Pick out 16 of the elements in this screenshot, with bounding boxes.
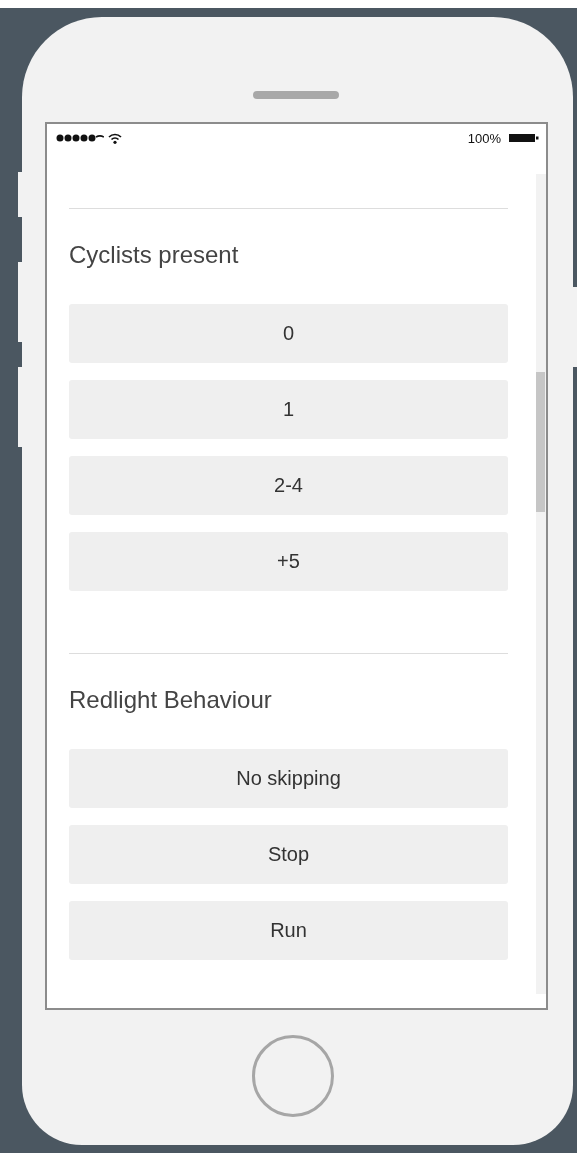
option-button[interactable]: +5 bbox=[69, 532, 508, 591]
option-button[interactable]: Run bbox=[69, 901, 508, 960]
scrollbar-thumb[interactable] bbox=[536, 372, 545, 512]
section-title: Cyclists present bbox=[69, 240, 240, 270]
option-button[interactable]: 2-4 bbox=[69, 456, 508, 515]
home-button[interactable] bbox=[252, 1035, 334, 1117]
option-button[interactable]: 1 bbox=[69, 380, 508, 439]
signal-icon bbox=[56, 133, 104, 143]
battery-percentage: 100% bbox=[467, 130, 501, 146]
option-button[interactable]: No skipping bbox=[69, 749, 508, 808]
battery-icon bbox=[509, 133, 539, 143]
section-title: Redlight Behaviour bbox=[69, 685, 273, 715]
scrollbar[interactable] bbox=[536, 174, 546, 994]
option-button[interactable]: Stop bbox=[69, 825, 508, 884]
option-button[interactable]: 0 bbox=[69, 304, 508, 363]
wifi-icon bbox=[108, 132, 122, 144]
